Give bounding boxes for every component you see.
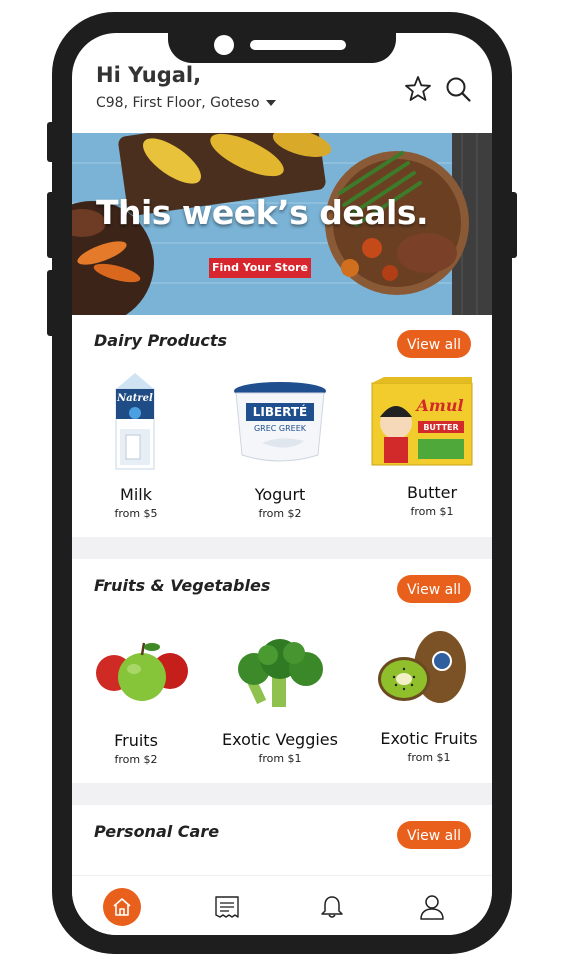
product-price: from $2 (114, 753, 158, 766)
svg-text:BUTTER: BUTTER (423, 423, 458, 432)
product-name: Exotic Fruits (380, 729, 478, 748)
view-all-dairy-button[interactable]: View all (397, 330, 471, 358)
svg-text:Amul: Amul (414, 396, 463, 415)
product-card-yogurt[interactable]: Yogurt from $2 (210, 485, 350, 520)
section-title-dairy: Dairy Products (94, 331, 228, 350)
yogurt-tub-icon[interactable]: LIBERTÉ GREC GREEK (232, 381, 328, 465)
milk-carton-icon[interactable]: Natrel (110, 371, 160, 471)
section-title-fruits-vegetables: Fruits & Vegetables (94, 576, 271, 595)
product-name: Butter (406, 483, 458, 502)
section-divider (72, 783, 492, 805)
product-card-fruits[interactable]: Fruits from $2 (72, 731, 206, 766)
chevron-down-icon (265, 100, 276, 106)
tab-notifications[interactable] (313, 888, 351, 926)
product-name: Exotic Veggies (222, 730, 338, 749)
greeting: Hi Yugal, (96, 63, 202, 87)
product-price: from $5 (114, 507, 158, 520)
kiwi-icon[interactable] (374, 629, 470, 705)
broccoli-icon[interactable] (232, 637, 328, 709)
svg-text:LIBERTÉ: LIBERTÉ (253, 404, 308, 419)
svg-text:GREC GREEK: GREC GREEK (254, 424, 307, 433)
section-title-personal-care: Personal Care (94, 822, 220, 841)
product-price: from $1 (258, 752, 302, 765)
address-label: C98, First Floor, Goteso (96, 95, 260, 111)
product-name: Yogurt (254, 485, 306, 504)
user-icon (420, 895, 444, 920)
tab-profile[interactable] (413, 888, 451, 926)
camera-icon (214, 35, 234, 55)
find-store-button[interactable]: Find Your Store (209, 258, 311, 278)
tab-home[interactable] (103, 888, 141, 926)
star-icon[interactable] (404, 75, 432, 103)
address-selector[interactable]: C98, First Floor, Goteso (96, 95, 276, 111)
banner-title: This week’s deals. (95, 193, 429, 232)
svg-text:Natrel: Natrel (116, 393, 153, 404)
butter-pack-icon[interactable]: Amul BUTTER (370, 377, 474, 469)
product-price: from $2 (258, 507, 302, 520)
phone-notch (168, 33, 396, 63)
apples-icon[interactable] (94, 637, 190, 703)
view-all-personal-care-button[interactable]: View all (397, 821, 471, 849)
product-name: Fruits (114, 731, 158, 750)
search-icon[interactable] (444, 75, 472, 103)
receipt-icon (215, 896, 239, 918)
speaker-grille (250, 40, 346, 50)
product-card-exotic-fruits[interactable]: Exotic Fruits from $1 (359, 729, 492, 764)
product-name: Milk (120, 485, 152, 504)
product-card-milk[interactable]: Milk from $5 (72, 485, 206, 520)
section-divider (72, 537, 492, 559)
bottom-tab-bar (72, 875, 492, 935)
product-price: from $1 (410, 505, 454, 518)
app-screen: Hi Yugal, C98, First Floor, Goteso This … (72, 33, 492, 935)
product-card-butter[interactable]: Butter from $1 (362, 483, 492, 518)
product-card-exotic-veggies[interactable]: Exotic Veggies from $1 (210, 730, 350, 765)
product-price: from $1 (407, 751, 451, 764)
tab-orders[interactable] (208, 888, 246, 926)
home-icon (113, 898, 131, 916)
view-all-fruits-button[interactable]: View all (397, 575, 471, 603)
bell-icon (321, 896, 343, 918)
deals-banner[interactable]: This week’s deals. Find Your Store (72, 133, 492, 315)
